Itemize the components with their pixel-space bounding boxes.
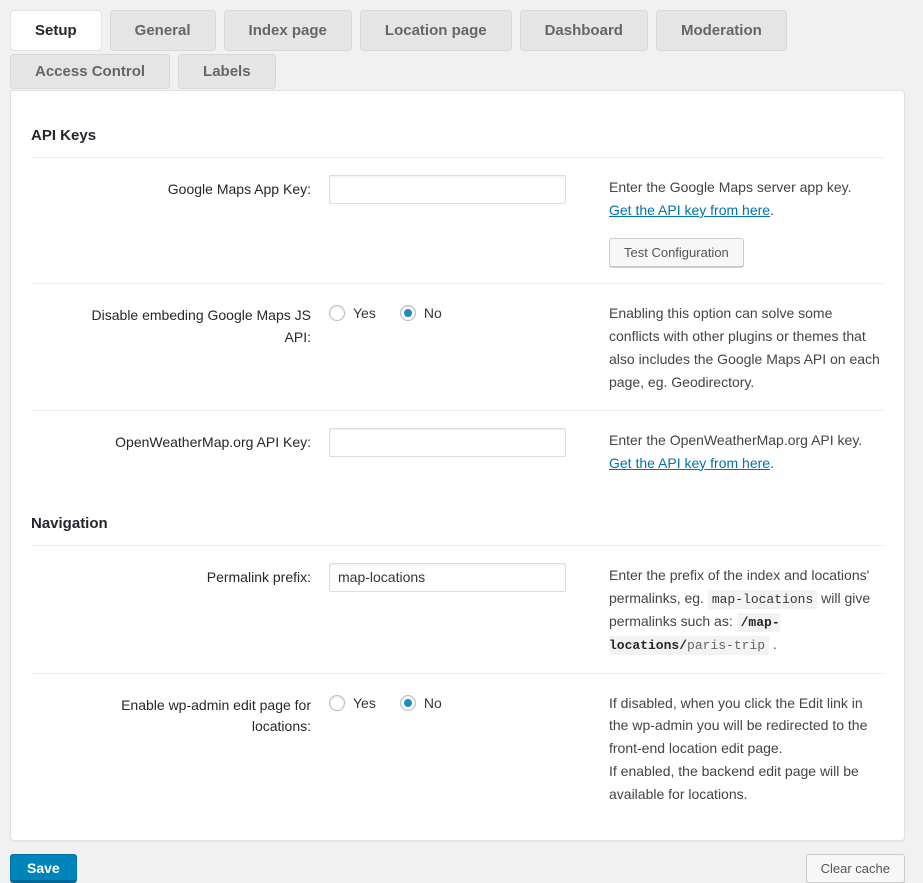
test-configuration-button[interactable]: Test Configuration bbox=[609, 237, 744, 267]
row-google-maps-app-key: Google Maps App Key: Enter the Google Ma… bbox=[31, 158, 884, 284]
radio-option-no[interactable]: No bbox=[399, 304, 442, 321]
google-maps-app-key-input[interactable] bbox=[329, 175, 566, 204]
field-label: Disable embeding Google Maps JS API: bbox=[91, 306, 311, 345]
tab-bar-row-1: Setup General Index page Location page D… bbox=[10, 10, 905, 51]
description-text: If disabled, when you click the Edit lin… bbox=[609, 694, 868, 757]
get-api-key-link[interactable]: Get the API key from here bbox=[609, 455, 770, 471]
tab-setup[interactable]: Setup bbox=[10, 10, 102, 51]
radio-label: No bbox=[423, 694, 442, 711]
link-suffix: . bbox=[770, 201, 774, 218]
row-disable-embed-gmaps: Disable embeding Google Maps JS API: Yes… bbox=[31, 284, 884, 411]
section-heading-api-keys: API Keys bbox=[31, 127, 884, 158]
description-link-line: Get the API key from here. bbox=[609, 199, 882, 222]
tab-bar-row-2: Access Control Labels bbox=[10, 54, 905, 89]
row-permalink-prefix: Permalink prefix: Enter the prefix of th… bbox=[31, 546, 884, 674]
field-description: Enabling this option can solve some conf… bbox=[609, 304, 880, 390]
code-sample: map-locations bbox=[707, 589, 818, 609]
tab-dashboard[interactable]: Dashboard bbox=[519, 10, 648, 51]
field-description: Enter the Google Maps server app key. Ge… bbox=[609, 174, 884, 267]
radio-option-yes[interactable]: Yes bbox=[329, 304, 376, 321]
radio-label: No bbox=[423, 304, 442, 321]
link-suffix: . bbox=[770, 454, 774, 471]
section-heading-navigation: Navigation bbox=[31, 515, 884, 546]
tab-access-control[interactable]: Access Control bbox=[10, 54, 171, 89]
radio-group-wpadmin-edit: Yes No bbox=[329, 691, 591, 711]
tab-index-page[interactable]: Index page bbox=[223, 10, 352, 51]
description-text: . bbox=[769, 636, 777, 653]
description-text: If enabled, the backend edit page will b… bbox=[609, 763, 859, 803]
tab-moderation[interactable]: Moderation bbox=[655, 10, 787, 51]
radio-group-disable-embed: Yes No bbox=[329, 301, 591, 321]
field-label: Google Maps App Key: bbox=[167, 181, 311, 197]
get-api-key-link[interactable]: Get the API key from here bbox=[609, 202, 770, 218]
field-description: If disabled, when you click the Edit lin… bbox=[609, 690, 884, 807]
clear-cache-button[interactable]: Clear cache bbox=[805, 854, 905, 883]
tab-location-page[interactable]: Location page bbox=[359, 10, 512, 51]
code-regular-part: paris-trip bbox=[687, 638, 766, 654]
radio-unchecked-icon[interactable] bbox=[329, 694, 345, 711]
field-label: Permalink prefix: bbox=[206, 568, 311, 585]
radio-option-yes[interactable]: Yes bbox=[329, 694, 376, 711]
field-description: Enter the OpenWeatherMap.org API key. Ge… bbox=[609, 427, 884, 475]
tab-labels[interactable]: Labels bbox=[178, 54, 276, 89]
radio-option-no[interactable]: No bbox=[399, 694, 442, 711]
row-openweathermap-key: OpenWeatherMap.org API Key: Enter the Op… bbox=[31, 411, 884, 491]
settings-page: Setup General Index page Location page D… bbox=[0, 0, 923, 883]
save-button[interactable]: Save bbox=[10, 854, 77, 883]
field-label: OpenWeatherMap.org API Key: bbox=[115, 433, 311, 450]
description-text: Enter the OpenWeatherMap.org API key. bbox=[609, 431, 863, 448]
settings-panel: API Keys Google Maps App Key: Enter the … bbox=[10, 90, 905, 842]
tab-general[interactable]: General bbox=[109, 10, 216, 51]
footer-actions: Save Clear cache bbox=[10, 854, 905, 883]
radio-checked-icon[interactable] bbox=[399, 694, 416, 711]
description-text: Enter the Google Maps server app key. bbox=[609, 179, 852, 195]
field-label: Enable wp-admin edit page for locations: bbox=[121, 696, 311, 735]
openweathermap-api-key-input[interactable] bbox=[329, 427, 566, 457]
radio-label: Yes bbox=[353, 304, 376, 321]
row-enable-wpadmin-edit: Enable wp-admin edit page for locations:… bbox=[31, 674, 884, 823]
field-description: Enter the prefix of the index and locati… bbox=[609, 562, 884, 657]
description-link-line: Get the API key from here. bbox=[609, 452, 882, 475]
permalink-prefix-input[interactable] bbox=[329, 562, 566, 592]
radio-label: Yes bbox=[353, 694, 376, 711]
radio-checked-icon[interactable] bbox=[399, 304, 416, 321]
radio-unchecked-icon[interactable] bbox=[329, 304, 345, 321]
